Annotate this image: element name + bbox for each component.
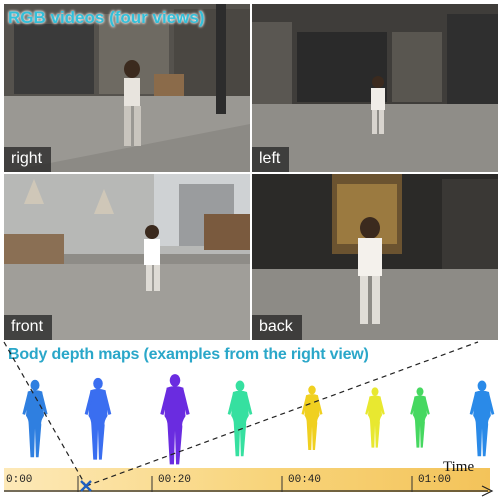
- view-label-front: front: [4, 315, 53, 340]
- timeline-tick-0: 0:00: [6, 474, 33, 486]
- view-label-back: back: [252, 315, 302, 340]
- view-label-left: left: [252, 147, 290, 172]
- depth-figure: [227, 380, 253, 457]
- view-label-right: right: [4, 147, 52, 172]
- depth-figure: [84, 377, 112, 460]
- depth-map-strip: [22, 374, 495, 465]
- video-panel-right: right: [4, 4, 250, 172]
- video-panel-back: back: [252, 174, 498, 340]
- time-axis-label: Time: [443, 459, 475, 475]
- depth-figure: [410, 387, 430, 448]
- depth-figure: [22, 379, 48, 458]
- rgb-videos-title: RGB videos (four views): [8, 8, 205, 27]
- video-panel-left: left: [252, 4, 498, 172]
- depth-figure: [365, 387, 385, 448]
- video-panel-front: front: [4, 174, 250, 340]
- depth-figure: [301, 385, 323, 450]
- depth-maps-title: Body depth maps (examples from the right…: [8, 346, 369, 363]
- timeline-tick-2: 00:40: [288, 474, 322, 486]
- timeline-tick-1: 00:20: [158, 474, 192, 486]
- depth-figure: [160, 374, 190, 465]
- depth-figure: [469, 380, 495, 457]
